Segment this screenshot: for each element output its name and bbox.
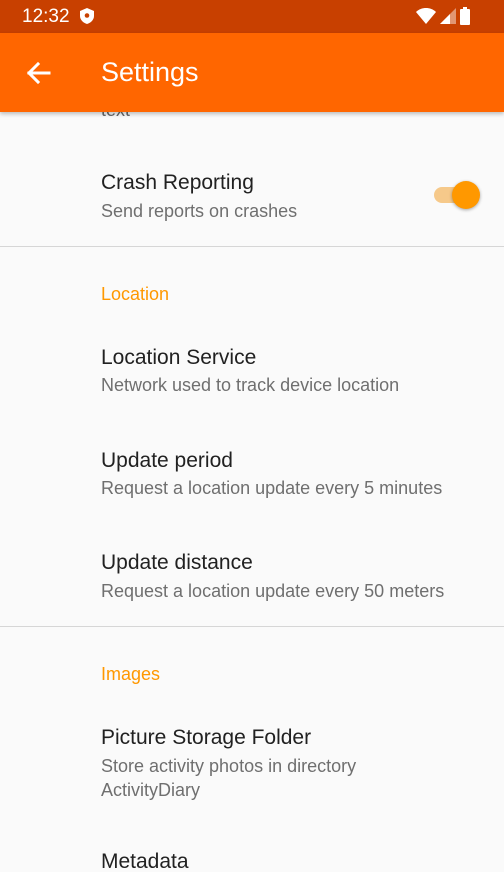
pref-title: Metadata: [101, 850, 189, 872]
pref-summary: Store activity photos in directory Activ…: [101, 756, 357, 800]
pref-title: Crash Reporting: [101, 171, 254, 194]
settings-list[interactable]: text Crash Reporting Send reports on cra…: [0, 112, 504, 872]
toggle-thumb: [452, 181, 480, 209]
category-location: Location: [101, 284, 170, 304]
app-title: Settings: [101, 57, 199, 87]
clipped-summary-text: text: [101, 112, 130, 121]
battery-icon: [460, 7, 470, 25]
back-arrow-icon[interactable]: [24, 59, 52, 87]
divider: [0, 626, 504, 627]
shield-icon: [80, 8, 94, 29]
wifi-icon: [416, 8, 436, 24]
status-icons: [416, 7, 470, 25]
status-bar: 12:32: [0, 0, 504, 33]
category-images: Images: [101, 664, 161, 684]
app-bar: Settings: [0, 33, 504, 112]
pref-title: Update period: [101, 449, 233, 472]
pref-summary: Request a location update every 50 meter…: [101, 581, 445, 601]
pref-summary: Network used to track device location: [101, 375, 400, 395]
status-time: 12:32: [22, 6, 70, 27]
pref-summary: Request a location update every 5 minute…: [101, 478, 443, 498]
pref-title: Location Service: [101, 346, 257, 369]
pref-summary: Send reports on crashes: [101, 201, 298, 221]
pref-title: Picture Storage Folder: [101, 726, 312, 749]
crash-reporting-toggle[interactable]: [434, 179, 482, 211]
cellular-signal-icon: [440, 8, 456, 24]
divider: [0, 246, 504, 247]
pref-title: Update distance: [101, 551, 253, 574]
